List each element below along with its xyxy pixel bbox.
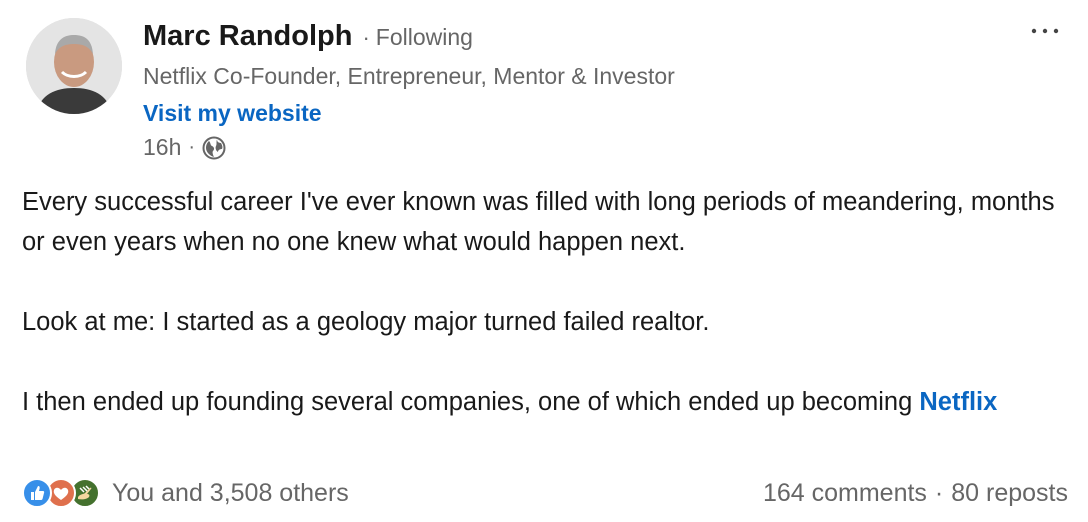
time-separator: · [188, 136, 196, 158]
author-headline: Netflix Co-Founder, Entrepreneur, Mentor… [143, 63, 675, 89]
follow-status[interactable]: Following [376, 24, 473, 51]
engagement-stats: 164 comments · 80 reposts [763, 479, 1068, 508]
post-time[interactable]: 16h [143, 134, 181, 161]
author-header: Marc Randolph · Following [143, 20, 473, 53]
post-paragraph: Every successful career I've ever known … [22, 188, 1055, 256]
post-paragraph-text: I then ended up founding several compani… [22, 388, 920, 416]
author-name[interactable]: Marc Randolph [143, 20, 352, 53]
name-separator: · [362, 25, 370, 50]
netflix-mention-link[interactable]: Netflix [919, 388, 997, 416]
post-meta: 16h · [143, 134, 226, 161]
post-body: Every successful career I've ever known … [22, 182, 1072, 422]
author-avatar[interactable] [26, 18, 122, 114]
reactions-count: You and 3,508 others [112, 478, 349, 507]
post-paragraph: Look at me: I started as a geology major… [22, 308, 710, 336]
social-counts-bar: You and 3,508 others 164 comments · 80 r… [22, 476, 1068, 510]
reaction-icons [22, 476, 104, 510]
stats-separator: · [934, 478, 944, 507]
reposts-count[interactable]: 80 reposts [951, 479, 1068, 508]
globe-icon [202, 136, 226, 160]
like-icon [22, 478, 52, 508]
comments-count[interactable]: 164 comments [763, 479, 927, 508]
visit-website-link[interactable]: Visit my website [143, 100, 322, 127]
more-options-icon[interactable] [1028, 16, 1062, 46]
post-paragraph: I then ended up founding several compani… [22, 382, 1072, 422]
reactions-summary[interactable]: You and 3,508 others [22, 476, 349, 510]
